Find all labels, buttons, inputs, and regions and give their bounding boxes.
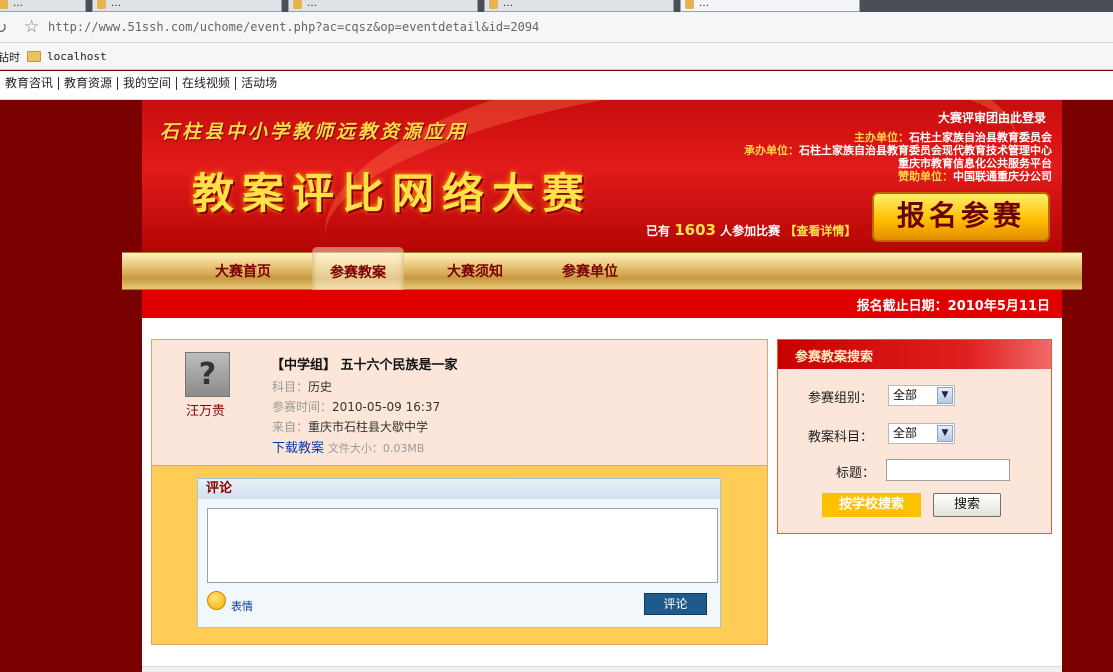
favicon-icon <box>489 0 498 9</box>
deadline-text: 报名截止日期：2010年5月11日 <box>856 299 1050 314</box>
judges-login-link[interactable]: 大赛评审团由此登录 <box>938 109 1046 126</box>
group-select[interactable]: 全部 ▼ <box>888 385 955 406</box>
download-plan-link[interactable]: 下载教案 <box>272 441 324 456</box>
comment-zone: 评论 表情 评论 <box>151 466 768 645</box>
group-label: 参赛组别： <box>808 391 874 406</box>
banner: 石柱县中小学教师远教资源应用 教案评比网络大赛 大赛评审团由此登录 主办单位：石… <box>142 100 1062 252</box>
emoji-link[interactable]: 表情 <box>231 598 253 614</box>
folder-icon <box>27 51 41 62</box>
organizer-line: 重庆市教育信息化公共服务平台 <box>898 157 1052 170</box>
page-bottom-edge <box>142 666 1062 672</box>
favicon-icon <box>97 0 106 9</box>
organizer-line: 承办单位：石柱土家族自治县教育委员会现代教育技术管理中心 <box>744 144 1052 157</box>
search-button[interactable]: 搜索 <box>933 493 1001 517</box>
topnav-item[interactable]: 教育咨讯 <box>0 77 60 90</box>
comment-submit-button[interactable]: 评论 <box>644 593 707 615</box>
title-search-input[interactable] <box>886 459 1010 481</box>
favicon-icon <box>293 0 302 9</box>
browser-tab[interactable]: … <box>0 0 86 12</box>
organizer-line: 主办单位：石柱土家族自治县教育委员会 <box>854 131 1052 144</box>
banner-title: 教案评比网络大赛 <box>192 169 593 218</box>
bookmark-folder-localhost[interactable]: localhost <box>47 50 107 63</box>
plan-time: 参赛时间：2010-05-09 16:37 <box>272 400 441 414</box>
address-bar: ↻ ☆ http://www.51ssh.com/uchome/event.ph… <box>0 12 1113 43</box>
browser-tab-strip: … … … … … <box>0 0 1113 12</box>
search-panel: 参赛教案搜索 参赛组别： 全部 ▼ 教案科目： 全部 ▼ 标题： 按学校搜索 搜索 <box>777 339 1052 534</box>
plan-source: 来自：重庆市石柱县大歇中学 <box>272 420 429 434</box>
deadline-bar: 报名截止日期：2010年5月11日 <box>142 290 1062 318</box>
browser-tab[interactable]: … <box>288 0 478 12</box>
favicon-icon <box>0 0 8 9</box>
organizers: 主办单位：石柱土家族自治县教育委员会 承办单位：石柱土家族自治县教育委员会现代教… <box>744 131 1052 183</box>
banner-subtitle: 石柱县中小学教师远教资源应用 <box>160 121 469 143</box>
subject-label: 教案科目： <box>808 430 874 445</box>
search-panel-header: 参赛教案搜索 <box>778 340 1051 369</box>
browser-tab-active[interactable]: … <box>680 0 860 12</box>
site-top-nav: 教育咨讯 教育资源 我的空间 在线视频 活动场 <box>0 71 1113 100</box>
plan-card: ? 汪万贵 【中学组】 五十六个民族是一家 科目：历史 参赛时间：2010-05… <box>151 339 768 466</box>
favicon-icon <box>685 0 694 9</box>
browser-tab[interactable]: … <box>92 0 282 12</box>
title-label: 标题： <box>836 466 876 481</box>
topnav-item[interactable]: 在线视频 <box>177 77 237 90</box>
participant-count: 已有 1603 人参加比赛 【查看详情】 <box>646 221 857 239</box>
file-size: 文件大小：0.03MB <box>327 442 425 455</box>
search-by-school-button[interactable]: 按学校搜索 <box>822 493 921 517</box>
smiley-icon[interactable] <box>207 591 226 610</box>
bookmark-star-icon[interactable]: ☆ <box>24 17 39 37</box>
menu-item-home[interactable]: 大赛首页 <box>197 253 289 291</box>
avatar[interactable]: ? <box>185 352 230 397</box>
participant-number: 1603 <box>674 221 716 239</box>
menu-item-units[interactable]: 参赛单位 <box>544 253 636 291</box>
bookmark-item[interactable]: 钻时 <box>0 49 20 65</box>
menu-item-rules[interactable]: 大赛须知 <box>429 253 521 291</box>
subject-select[interactable]: 全部 ▼ <box>888 423 955 444</box>
comment-header: 评论 <box>198 479 720 499</box>
plan-subject: 科目：历史 <box>272 380 333 394</box>
view-details-link[interactable]: 【查看详情】 <box>784 224 856 238</box>
author-name[interactable]: 汪万贵 <box>186 400 225 419</box>
bookmarks-bar: 钻时 localhost <box>0 43 1113 70</box>
topnav-item[interactable]: 活动场 <box>236 77 282 90</box>
plan-title: 【中学组】 五十六个民族是一家 <box>271 358 458 373</box>
reload-icon[interactable]: ↻ <box>0 18 7 37</box>
url-field[interactable]: http://www.51ssh.com/uchome/event.php?ac… <box>48 17 1108 38</box>
comment-box: 评论 表情 评论 <box>197 478 721 628</box>
comment-input[interactable] <box>207 508 718 583</box>
signup-button[interactable]: 报名参赛 <box>872 192 1050 242</box>
main-menu: 大赛首页 参赛教案 大赛须知 参赛单位 <box>122 247 1082 299</box>
topnav-item[interactable]: 教育资源 <box>59 77 119 90</box>
browser-tab[interactable]: … <box>484 0 674 12</box>
topnav-item[interactable]: 我的空间 <box>118 77 178 90</box>
chevron-down-icon: ▼ <box>937 425 953 442</box>
organizer-line: 赞助单位：中国联通重庆分公司 <box>898 170 1052 183</box>
page-container: 石柱县中小学教师远教资源应用 教案评比网络大赛 大赛评审团由此登录 主办单位：石… <box>122 100 1082 672</box>
chevron-down-icon: ▼ <box>937 387 953 404</box>
plan-download: 下载教案 文件大小：0.03MB <box>272 437 424 456</box>
